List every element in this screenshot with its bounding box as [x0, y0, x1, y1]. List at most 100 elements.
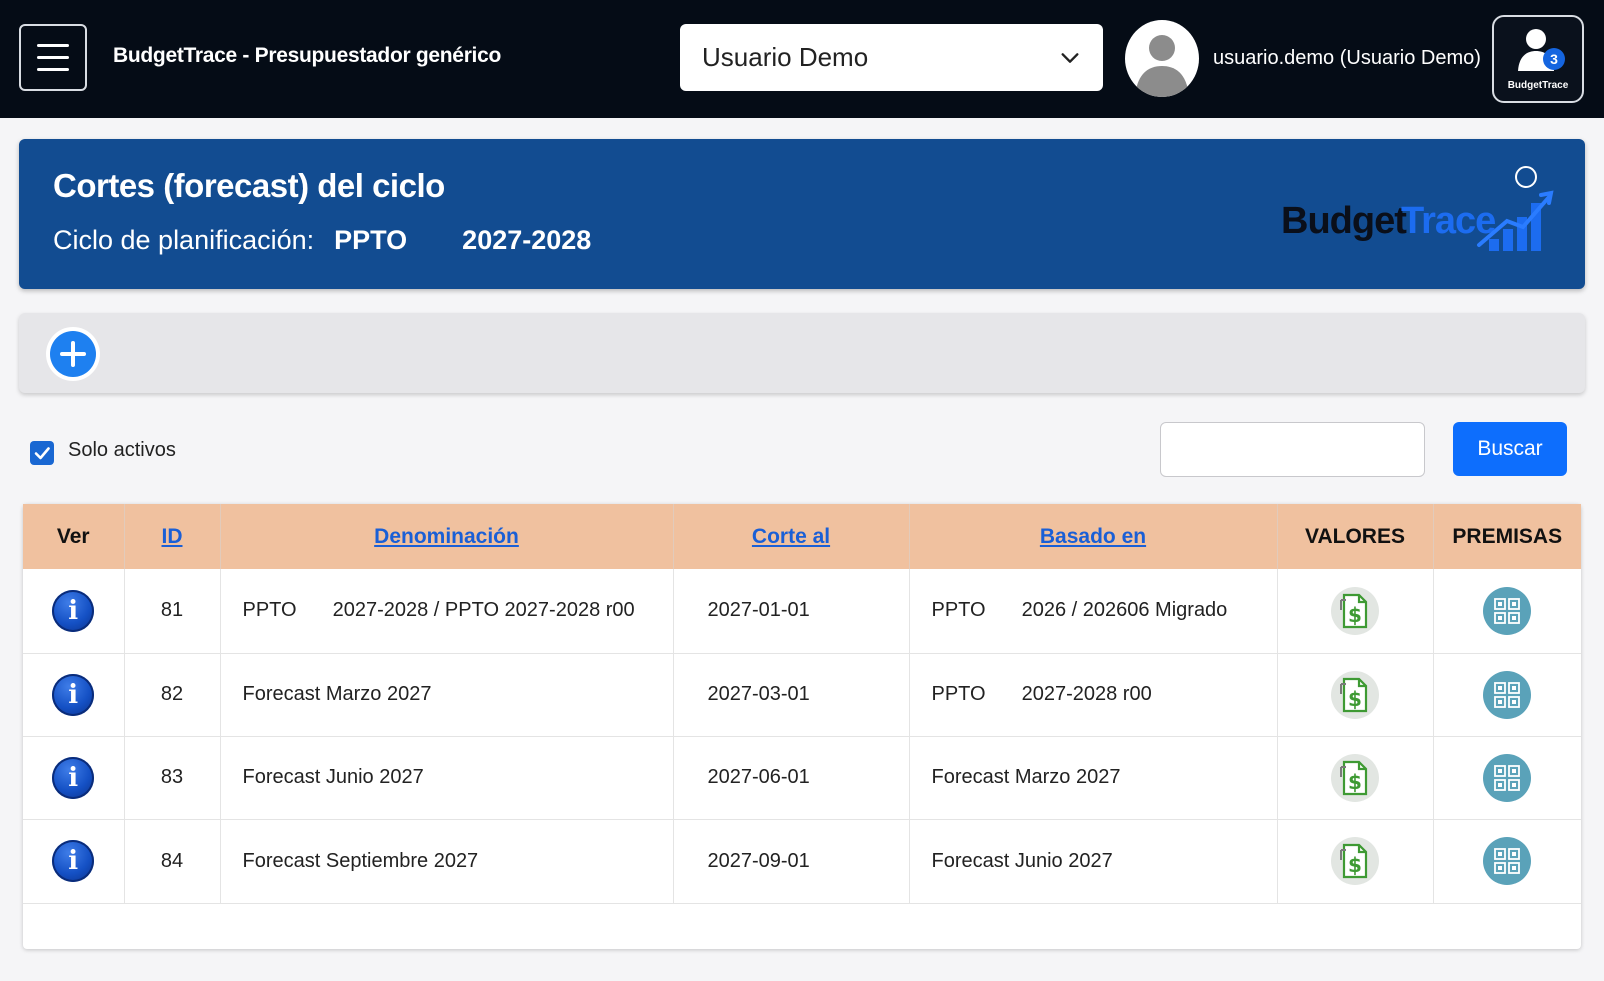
dollar-document-icon[interactable]: $ — [1331, 586, 1379, 635]
cell-denominacion: PPTO 2027-2028 / PPTO 2027-2028 r00 — [220, 569, 674, 654]
cycle-years: 2027-2028 — [462, 225, 592, 255]
col-header-valores: VALORES — [1277, 504, 1434, 569]
cell-basado-en: Forecast Marzo 2027 — [909, 736, 1278, 820]
sort-by-corte-link[interactable]: Corte al — [752, 525, 830, 548]
svg-text:$: $ — [1348, 687, 1362, 711]
col-header-basado: Basado en — [909, 504, 1278, 569]
cell-id: 81 — [124, 569, 221, 654]
only-active-checkbox[interactable] — [30, 441, 54, 465]
denominacion-part-a: Forecast Marzo 2027 — [242, 683, 432, 705]
cell-id: 84 — [124, 819, 221, 904]
cell-corte-al: 2027-06-01 — [673, 736, 910, 820]
cell-premisas — [1433, 569, 1581, 654]
svg-text:$: $ — [1348, 853, 1362, 877]
page-title: Cortes (forecast) del ciclo — [53, 167, 445, 204]
cycle-header-card: Cortes (forecast) del ciclo Ciclo de pla… — [19, 139, 1585, 289]
basado-part-a: Forecast Junio 2027 — [931, 849, 1113, 872]
actions-toolbar — [19, 313, 1585, 393]
user-select-value: Usuario Demo — [702, 42, 869, 72]
table-row: i 83 Forecast Junio 2027 2027-06-01 Fore… — [23, 736, 1581, 820]
logo-text-dark: Budget — [1281, 200, 1407, 242]
col-header-corte: Corte al — [673, 504, 910, 569]
denominacion-part-a: Forecast Septiembre 2027 — [242, 849, 479, 872]
cuts-table: Ver ID Denominación Corte al Basado en V… — [23, 504, 1581, 904]
user-avatar-icon[interactable] — [1125, 20, 1199, 97]
menu-button[interactable] — [19, 24, 87, 91]
search-input[interactable] — [1160, 422, 1425, 477]
cell-denominacion: Forecast Marzo 2027 — [220, 653, 674, 737]
budgettrace-logo: Budget Trace — [1281, 166, 1554, 251]
col-header-denominacion: Denominación — [220, 504, 674, 569]
cell-valores: $ — [1277, 819, 1434, 904]
cycle-code: PPTO — [334, 225, 408, 255]
cell-ver: i — [23, 653, 125, 737]
cell-ver: i — [23, 819, 125, 904]
top-navbar: BudgetTrace - Presupuestador genérico Us… — [0, 0, 1604, 118]
user-select-dropdown[interactable]: Usuario Demo — [680, 24, 1103, 91]
notification-count-badge: 3 — [1543, 48, 1565, 70]
basado-part-a: PPTO — [931, 683, 986, 705]
cell-basado-en: PPTO 2026 / 202606 Migrado — [909, 569, 1278, 654]
cell-premisas — [1433, 736, 1581, 820]
info-icon[interactable]: i — [52, 589, 95, 632]
search-button[interactable]: Buscar — [1453, 422, 1567, 476]
cell-corte-al: 2027-03-01 — [673, 653, 910, 737]
cell-denominacion: Forecast Septiembre 2027 — [220, 819, 674, 904]
table-row: i 82 Forecast Marzo 2027 2027-03-01 PPTO… — [23, 653, 1581, 737]
app-title: BudgetTrace - Presupuestador genérico — [113, 44, 502, 67]
checkmark-icon — [34, 447, 50, 460]
sort-by-basado-link[interactable]: Basado en — [1040, 525, 1146, 548]
cell-id: 82 — [124, 653, 221, 737]
sort-by-denominacion-link[interactable]: Denominación — [374, 525, 519, 548]
cell-ver: i — [23, 736, 125, 820]
basado-part-b: 2026 / 202606 Migrado — [1021, 599, 1228, 622]
dollar-document-icon[interactable]: $ — [1331, 670, 1379, 719]
basado-part-b: 2027-2028 r00 — [1021, 683, 1152, 705]
col-header-premisas: PREMISAS — [1433, 504, 1581, 569]
denominacion-part-a: PPTO — [242, 599, 297, 622]
logo-text-light: Trace — [1401, 200, 1495, 242]
cell-id: 83 — [124, 736, 221, 820]
denominacion-part-a: Forecast Junio 2027 — [242, 766, 424, 788]
add-cut-button[interactable] — [46, 327, 100, 381]
grid-icon[interactable] — [1483, 837, 1532, 885]
grid-icon[interactable] — [1483, 670, 1532, 719]
only-active-label: Solo activos — [68, 439, 176, 461]
cell-valores: $ — [1277, 653, 1434, 737]
col-header-ver: Ver — [23, 504, 125, 569]
cell-valores: $ — [1277, 736, 1434, 820]
info-icon[interactable]: i — [52, 756, 95, 799]
cell-valores: $ — [1277, 569, 1434, 654]
cuts-table-container: Ver ID Denominación Corte al Basado en V… — [23, 504, 1581, 949]
table-header-row: Ver ID Denominación Corte al Basado en V… — [23, 504, 1581, 569]
cell-premisas — [1433, 819, 1581, 904]
cycle-info: Ciclo de planificación: PPTO 2027-2028 — [53, 225, 591, 256]
hamburger-menu-icon — [37, 56, 69, 59]
grid-icon[interactable] — [1483, 753, 1532, 802]
basado-part-a: PPTO — [931, 599, 986, 622]
chevron-down-icon — [1061, 52, 1079, 63]
sort-by-id-link[interactable]: ID — [162, 525, 183, 548]
denominacion-part-b: 2027-2028 / PPTO 2027-2028 r00 — [332, 599, 635, 622]
hamburger-menu-icon — [37, 68, 69, 71]
grid-icon[interactable] — [1483, 586, 1532, 635]
cell-denominacion: Forecast Junio 2027 — [220, 736, 674, 820]
cell-basado-en: PPTO 2027-2028 r00 — [909, 653, 1278, 737]
col-header-id: ID — [124, 504, 221, 569]
svg-text:$: $ — [1348, 603, 1362, 627]
info-icon[interactable]: i — [52, 673, 95, 716]
cell-corte-al: 2027-01-01 — [673, 569, 910, 654]
dollar-document-icon[interactable]: $ — [1331, 753, 1379, 802]
info-icon[interactable]: i — [52, 840, 95, 882]
cell-premisas — [1433, 653, 1581, 737]
budgettrace-notifications-button[interactable]: 3 BudgetTrace — [1492, 15, 1584, 103]
basado-part-a: Forecast Marzo 2027 — [931, 766, 1121, 788]
cell-basado-en: Forecast Junio 2027 — [909, 819, 1278, 904]
cell-ver: i — [23, 569, 125, 654]
plus-icon — [50, 331, 96, 377]
hamburger-menu-icon — [37, 44, 69, 47]
dollar-document-icon[interactable]: $ — [1331, 837, 1379, 885]
table-row: i 81 PPTO 2027-2028 / PPTO 2027-2028 r00 … — [23, 569, 1581, 654]
svg-text:$: $ — [1348, 770, 1362, 794]
cycle-label: Ciclo de planificación: — [53, 225, 315, 255]
